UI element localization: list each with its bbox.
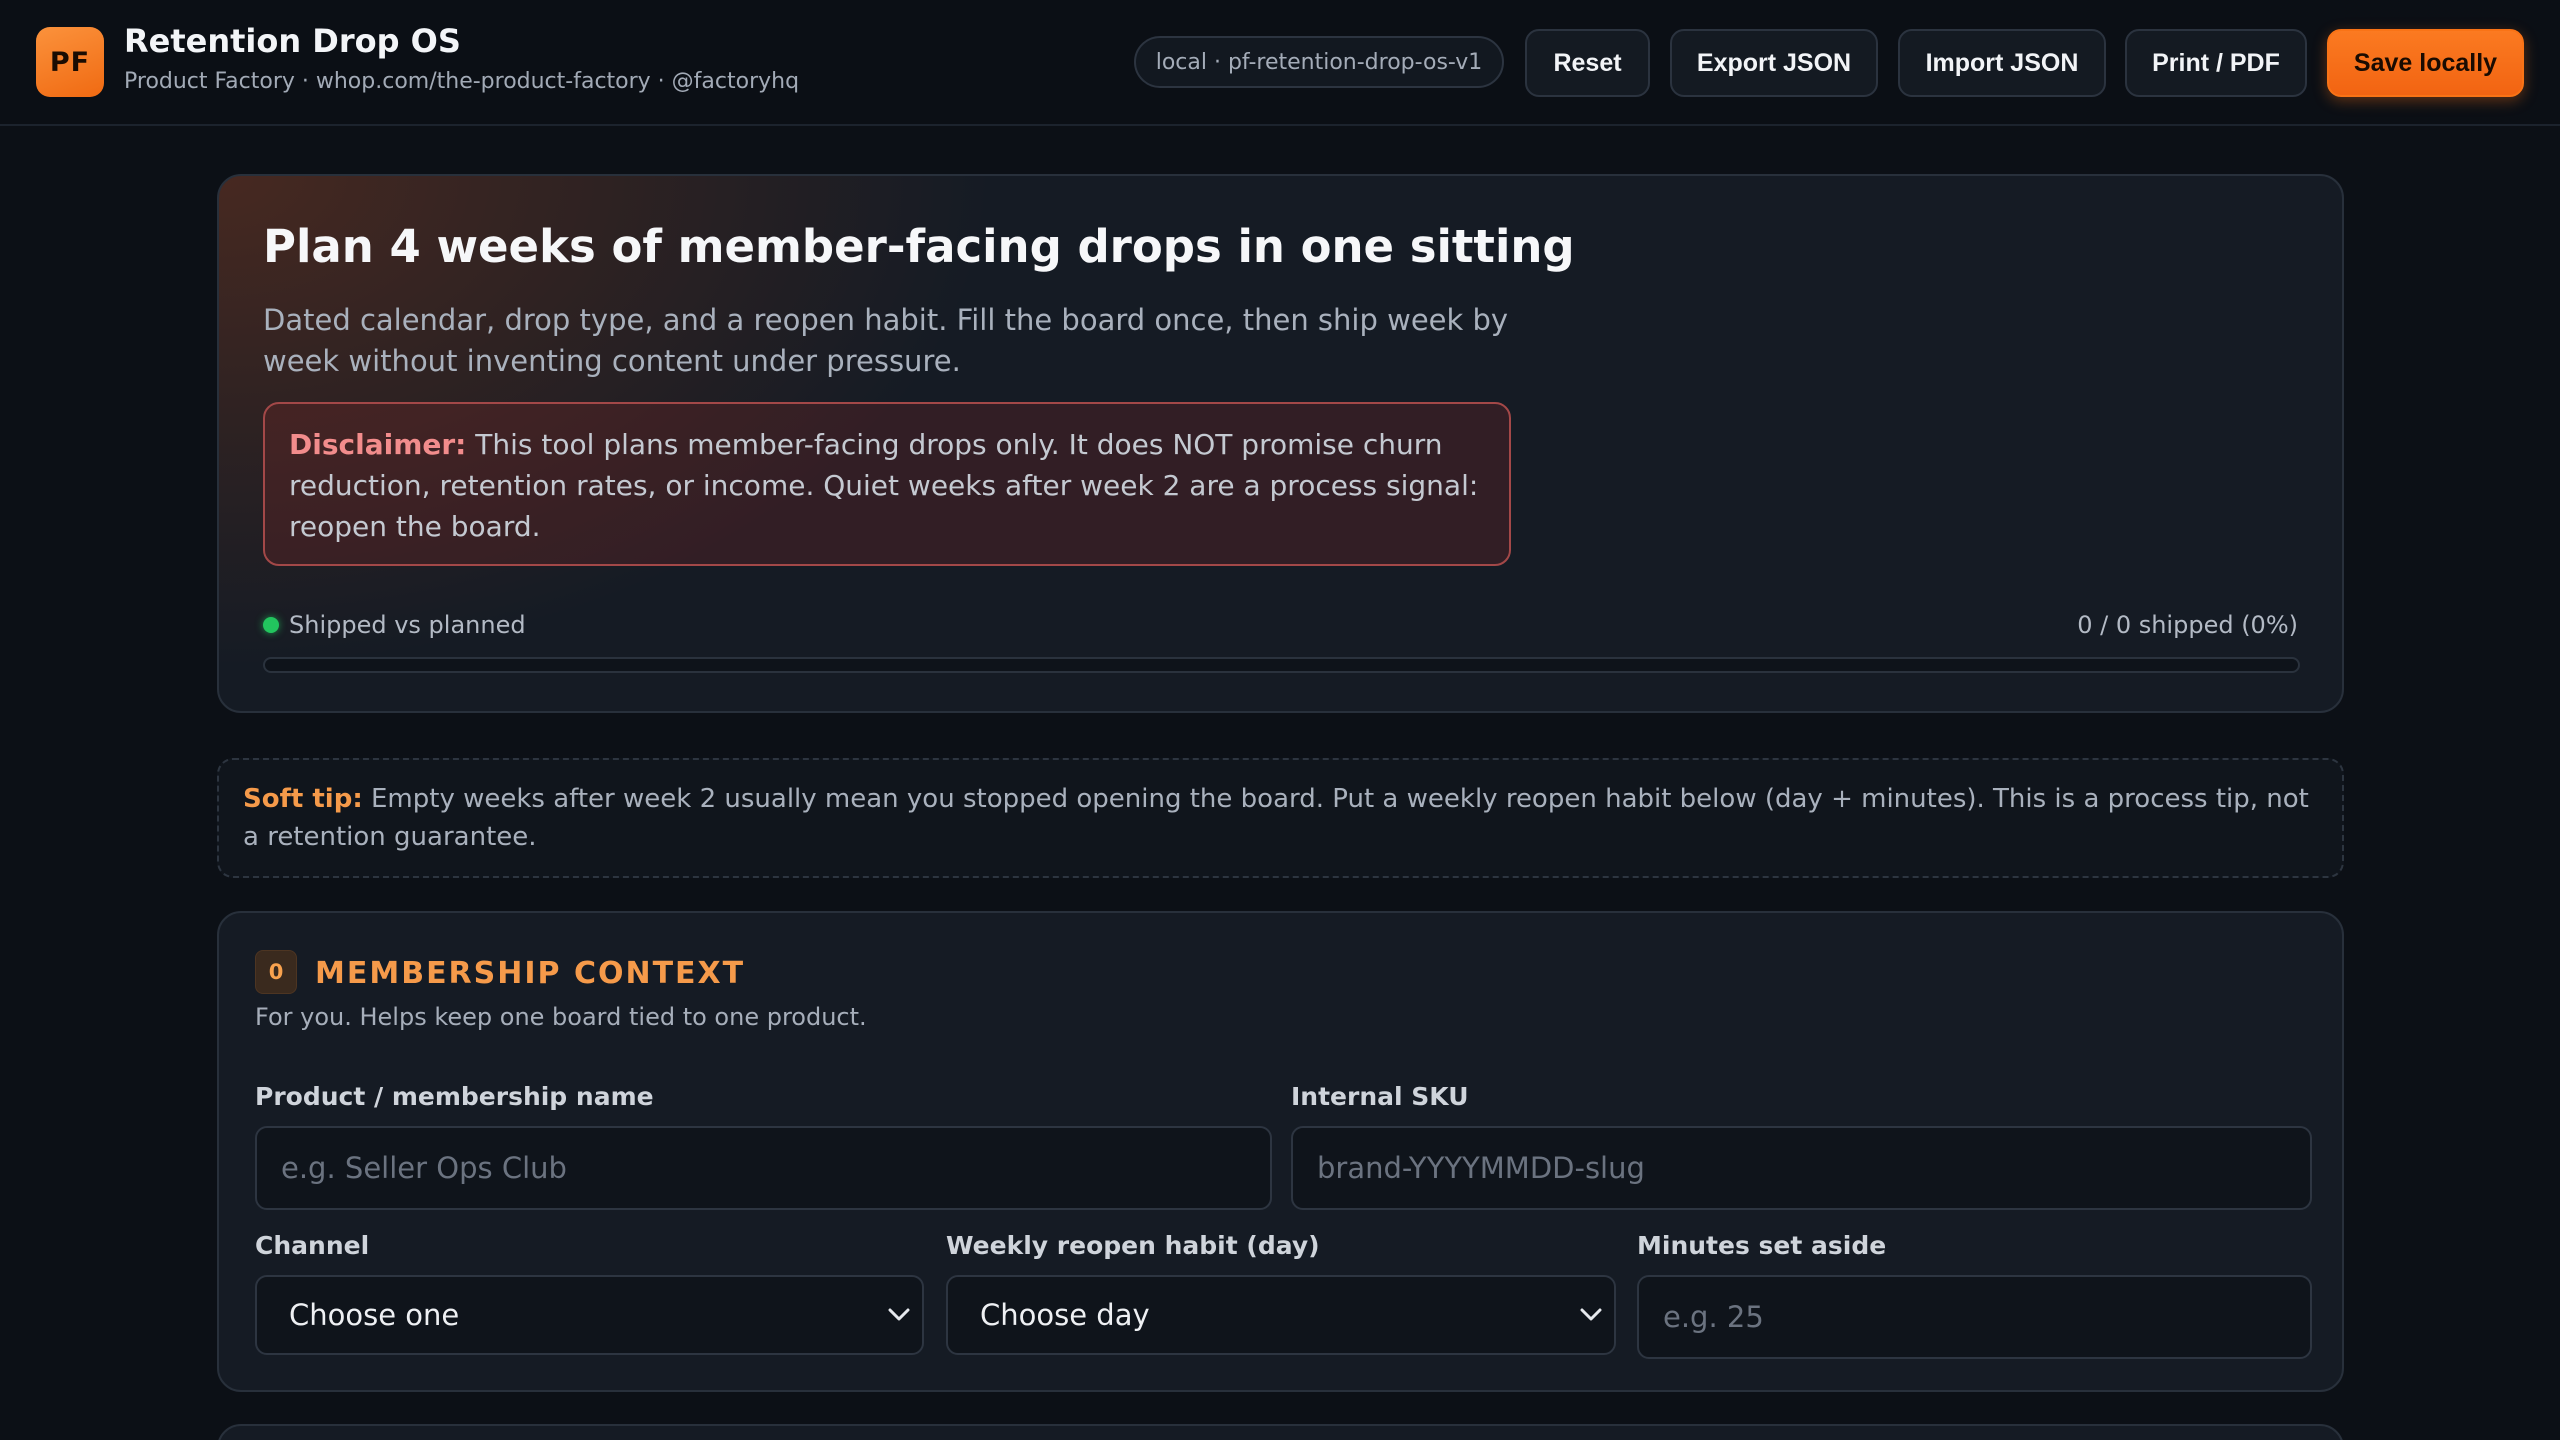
- status-dot-icon: [263, 617, 279, 633]
- soft-tip: Soft tip: Empty weeks after week 2 usual…: [217, 758, 2344, 878]
- progress-count: 0 / 0 shipped (0%): [2077, 611, 2298, 639]
- app-title: Retention Drop OS: [124, 22, 461, 60]
- channel-label: Channel: [255, 1231, 370, 1260]
- product-name-label: Product / membership name: [255, 1082, 654, 1111]
- hero-title: Plan 4 weeks of member-facing drops in o…: [263, 220, 1575, 273]
- save-locally-button[interactable]: Save locally: [2327, 29, 2524, 97]
- channel-select-value: Choose one: [289, 1298, 460, 1332]
- import-json-button[interactable]: Import JSON: [1898, 29, 2106, 97]
- section-subtitle: For you. Helps keep one board tied to on…: [255, 1003, 867, 1031]
- soft-tip-text: Empty weeks after week 2 usually mean yo…: [243, 784, 2309, 852]
- habit-day-label: Weekly reopen habit (day): [946, 1231, 1320, 1260]
- soft-tip-label: Soft tip:: [243, 784, 363, 814]
- progress-bar: [263, 657, 2300, 673]
- disclaimer-text: This tool plans member-facing drops only…: [289, 428, 1479, 543]
- progress-label: Shipped vs planned: [263, 611, 526, 639]
- disclaimer-box: Disclaimer: This tool plans member-facin…: [263, 402, 1511, 566]
- minutes-input[interactable]: [1637, 1275, 2312, 1359]
- top-bar: PF Retention Drop OS Product Factory · w…: [0, 0, 2560, 126]
- step-badge: 0: [255, 950, 297, 994]
- export-json-button[interactable]: Export JSON: [1670, 29, 1878, 97]
- habit-day-select[interactable]: Choose day: [946, 1275, 1616, 1355]
- internal-sku-label: Internal SKU: [1291, 1082, 1469, 1111]
- hero-card: Plan 4 weeks of member-facing drops in o…: [217, 174, 2344, 713]
- progress-label-text: Shipped vs planned: [289, 611, 526, 639]
- membership-context-section: 0 MEMBERSHIP CONTEXT For you. Helps keep…: [217, 911, 2344, 1392]
- habit-day-select-value: Choose day: [980, 1298, 1150, 1332]
- product-name-input[interactable]: [255, 1126, 1272, 1210]
- internal-sku-input[interactable]: [1291, 1126, 2312, 1210]
- minutes-label: Minutes set aside: [1637, 1231, 1887, 1260]
- storage-key-badge: local · pf-retention-drop-os-v1: [1134, 36, 1504, 88]
- hero-description: Dated calendar, drop type, and a reopen …: [263, 303, 1509, 378]
- chevron-down-icon: [1580, 1304, 1602, 1326]
- channel-select[interactable]: Choose one: [255, 1275, 924, 1355]
- section-title: MEMBERSHIP CONTEXT: [315, 956, 746, 991]
- reset-button[interactable]: Reset: [1525, 29, 1650, 97]
- next-section-card: [217, 1424, 2344, 1440]
- app-logo: PF: [36, 27, 104, 97]
- app-subtitle: Product Factory · whop.com/the-product-f…: [124, 69, 800, 94]
- disclaimer-label: Disclaimer:: [289, 428, 467, 461]
- print-pdf-button[interactable]: Print / PDF: [2125, 29, 2307, 97]
- chevron-down-icon: [888, 1304, 910, 1326]
